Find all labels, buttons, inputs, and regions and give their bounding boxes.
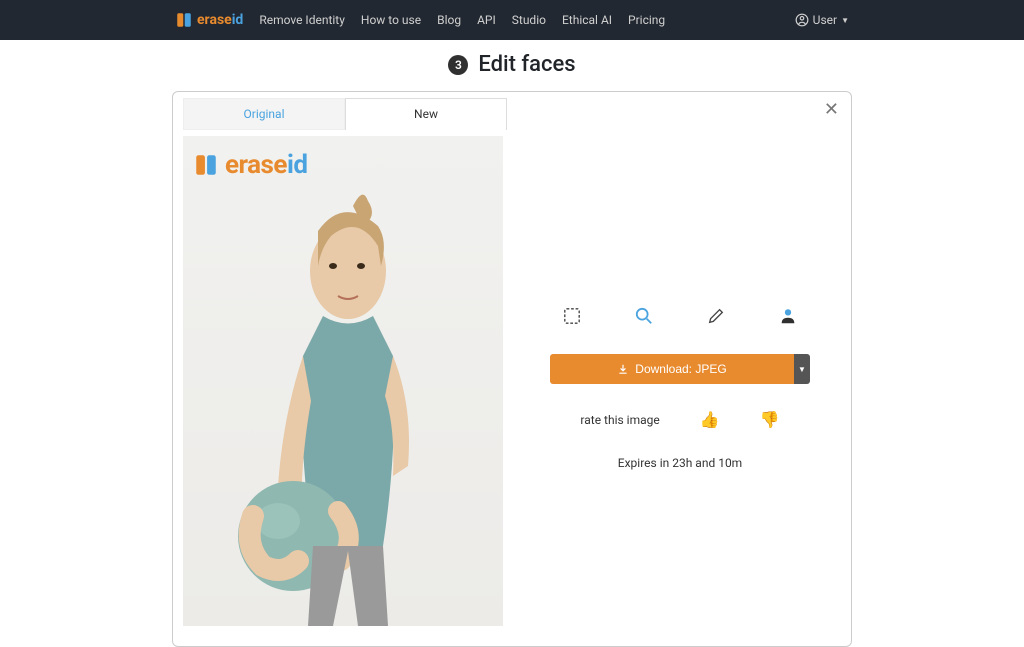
user-label: User xyxy=(813,13,837,27)
close-button[interactable]: ✕ xyxy=(824,100,839,118)
download-icon xyxy=(617,363,629,375)
nav-pricing[interactable]: Pricing xyxy=(628,13,665,27)
step-badge: 3 xyxy=(448,55,468,75)
nav-blog[interactable]: Blog xyxy=(437,13,461,27)
page-title: Edit faces xyxy=(478,52,575,77)
page-title-row: 3 Edit faces xyxy=(0,40,1024,91)
select-tool-button[interactable] xyxy=(562,306,582,326)
thumbs-up-icon: 👍 xyxy=(700,412,720,429)
person-illustration xyxy=(183,166,503,626)
download-row: Download: JPEG ▼ xyxy=(550,354,810,384)
thumbs-up-button[interactable]: 👍 xyxy=(700,410,720,430)
select-icon xyxy=(563,307,581,325)
zoom-tool-button[interactable] xyxy=(634,306,654,326)
download-options-button[interactable]: ▼ xyxy=(794,354,810,384)
brand-id: id xyxy=(232,12,244,28)
zoom-icon xyxy=(635,307,653,325)
tool-row xyxy=(562,306,798,326)
brand-erase: erase xyxy=(197,12,232,28)
logo-icon xyxy=(175,11,193,29)
edit-tool-button[interactable] xyxy=(706,306,726,326)
thumbs-down-button[interactable]: 👎 xyxy=(760,410,780,430)
navbar: eraseid Remove Identity How to use Blog … xyxy=(0,0,1024,40)
user-menu[interactable]: User ▼ xyxy=(795,13,849,27)
expires-text: Expires in 23h and 10m xyxy=(618,456,742,470)
rate-row: rate this image 👍 👎 xyxy=(580,410,779,430)
nav-remove-identity[interactable]: Remove Identity xyxy=(259,13,345,27)
nav-studio[interactable]: Studio xyxy=(512,13,546,27)
nav-links: Remove Identity How to use Blog API Stud… xyxy=(259,13,665,27)
thumbs-down-icon: 👎 xyxy=(760,412,780,429)
chevron-down-icon: ▼ xyxy=(841,16,849,25)
nav-api[interactable]: API xyxy=(477,13,496,27)
tab-original[interactable]: Original xyxy=(183,98,345,130)
person-icon xyxy=(779,307,797,325)
download-label: Download: JPEG xyxy=(635,362,726,376)
editor-card: ✕ Original New eraseid xyxy=(172,91,852,647)
nav-how-to-use[interactable]: How to use xyxy=(361,13,421,27)
person-tool-button[interactable] xyxy=(778,306,798,326)
image-column: eraseid xyxy=(183,136,503,626)
nav-ethical-ai[interactable]: Ethical AI xyxy=(562,13,612,27)
chevron-down-icon: ▼ xyxy=(798,365,806,374)
close-icon: ✕ xyxy=(824,99,839,119)
pencil-icon xyxy=(707,307,725,325)
rate-label: rate this image xyxy=(580,413,659,427)
tabs: Original New xyxy=(183,98,507,130)
generated-image[interactable]: eraseid xyxy=(183,136,503,626)
user-circle-icon xyxy=(795,13,809,27)
controls-column: Download: JPEG ▼ rate this image 👍 👎 Exp… xyxy=(519,136,841,626)
brand-logo[interactable]: eraseid xyxy=(175,11,243,29)
tab-new[interactable]: New xyxy=(345,98,507,130)
download-button[interactable]: Download: JPEG xyxy=(550,354,794,384)
